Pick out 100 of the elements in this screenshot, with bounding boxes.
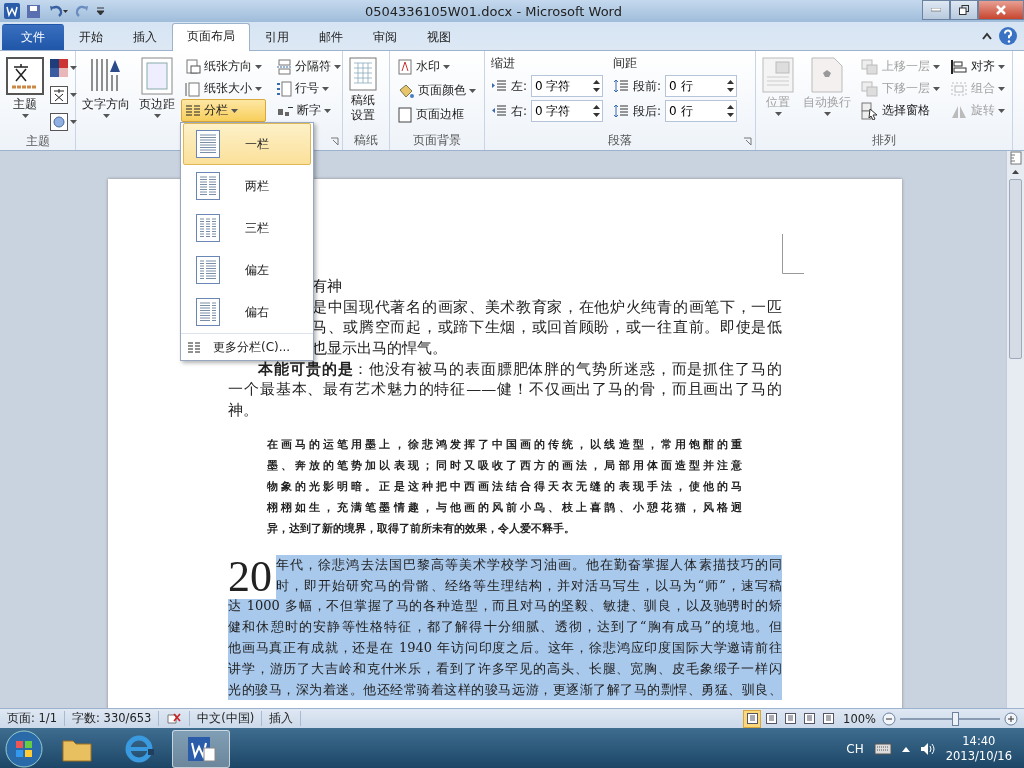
field-label: 段后:	[633, 102, 662, 120]
zoom-out-icon[interactable]	[882, 711, 896, 726]
speaker-icon[interactable]	[919, 741, 936, 756]
ribbon-tab[interactable]: 审阅	[358, 24, 412, 50]
menu-item[interactable]: 偏右	[183, 291, 311, 333]
themes-button[interactable]: 主题	[3, 55, 47, 133]
browser-e-icon	[124, 733, 154, 764]
close-icon	[996, 5, 1006, 15]
spin-field[interactable]: 0 行	[665, 100, 738, 122]
border-button[interactable]: 页面边框	[393, 103, 480, 126]
input-language[interactable]: CH	[846, 741, 864, 756]
breaks-button[interactable]: 分隔符	[272, 55, 345, 78]
restore-icon	[959, 5, 969, 15]
proofing-icon[interactable]	[166, 711, 183, 726]
menu-item[interactable]: 一栏	[183, 123, 311, 165]
size-button[interactable]: 纸张大小	[181, 77, 266, 100]
ribbon-tab[interactable]: 开始	[64, 24, 118, 50]
help-icon[interactable]	[998, 26, 1018, 46]
file-menu-tab[interactable]: 文件	[2, 24, 64, 50]
pane-button[interactable]: 选择窗格	[857, 99, 944, 122]
field-label: 右:	[511, 102, 528, 120]
taskbar-button[interactable]	[172, 729, 230, 768]
spinner-icon[interactable]	[727, 103, 735, 119]
start-button[interactable]	[4, 728, 44, 768]
clock-date[interactable]: 2013/10/16	[945, 748, 1012, 764]
restore-button[interactable]	[950, 0, 978, 20]
field-label: 段前:	[633, 77, 662, 95]
zoom-in-icon[interactable]	[1004, 711, 1018, 726]
slider-thumb[interactable]	[952, 711, 959, 726]
save-icon[interactable]	[26, 3, 41, 19]
menu-item[interactable]: 三栏	[183, 207, 311, 249]
page-size-icon	[185, 80, 201, 97]
column-layout-icon	[195, 297, 221, 327]
caret-icon	[774, 112, 782, 116]
column-layout-icon	[195, 129, 221, 159]
spinner-icon[interactable]	[593, 103, 601, 119]
ruler-toggle-icon[interactable]	[1009, 151, 1022, 165]
menu-item[interactable]: 偏左	[183, 249, 311, 291]
text-line: 马、或腾空而起，或蹄下生烟，或回首顾盼，或一往直前。即使是低	[312, 317, 782, 339]
theme-effects-icon[interactable]	[50, 113, 68, 131]
dialog-launcher-icon[interactable]	[330, 137, 339, 146]
language-indicator[interactable]: 中文(中国)	[190, 711, 263, 726]
spin-field[interactable]: 0 行	[665, 75, 738, 97]
paint-bucket-icon	[397, 82, 415, 99]
undo-icon[interactable]	[47, 3, 69, 19]
close-button[interactable]	[978, 0, 1024, 20]
watermark-icon	[397, 58, 413, 75]
theme-colors-icon[interactable]	[50, 59, 68, 77]
hyphen-button[interactable]: 断字	[272, 99, 345, 122]
color-button[interactable]: 页面颜色	[393, 79, 480, 102]
caret-icon	[21, 114, 29, 118]
page-view-icon	[746, 713, 758, 724]
customize-toolbar-icon[interactable]	[96, 5, 105, 17]
minimize-icon	[931, 8, 941, 12]
orientation-button[interactable]: 纸张方向	[181, 55, 266, 78]
text-direction-button[interactable]: 文字方向	[79, 55, 133, 132]
group-label: 段落	[607, 132, 633, 149]
ribbon-tab[interactable]: 页面布局	[172, 23, 250, 51]
view-button[interactable]	[743, 709, 762, 728]
quote-line: 墨、奔放的笔势加以表现；同时又吸收了西方的画法，局部用体面造型并注意	[267, 457, 742, 473]
collapse-ribbon-icon[interactable]	[982, 32, 992, 40]
keyboard-icon[interactable]	[873, 742, 892, 755]
ribbon-tab[interactable]: 插入	[118, 24, 172, 50]
linenumbers-button[interactable]: 行号	[272, 77, 345, 100]
page-orientation-icon	[185, 58, 201, 75]
page-count[interactable]: 页面: 1/1	[0, 711, 66, 726]
column-layout-icon	[195, 171, 221, 201]
columns-button[interactable]: 分栏	[181, 99, 266, 122]
scrollbar-thumb[interactable]	[1009, 179, 1022, 359]
zoom-level[interactable]: 100%	[837, 711, 882, 726]
caret-icon	[70, 120, 77, 124]
quote-line: 物象的光影明暗。正是这种把中西画法结合得天衣无缝的表现手法，使他的马	[267, 478, 742, 494]
spin-field[interactable]: 0 字符	[531, 100, 604, 122]
word-count[interactable]: 字数: 330/653	[65, 711, 160, 726]
ribbon-tab[interactable]: 引用	[250, 24, 304, 50]
insert-mode[interactable]: 插入	[262, 711, 302, 726]
clock-time[interactable]: 14:40	[962, 733, 996, 749]
spin-field[interactable]: 0 字符	[531, 75, 604, 97]
theme-fonts-icon[interactable]	[50, 86, 68, 104]
column-layout-icon	[195, 255, 221, 285]
ribbon-tab[interactable]: 邮件	[304, 24, 358, 50]
quote-line: 异，达到了新的境界，取得了前所未有的效果，令人爱不释手。	[267, 520, 576, 536]
layers-icon	[861, 80, 879, 97]
section-heading: 缩进	[491, 55, 516, 72]
align-button[interactable]: 对齐	[946, 55, 1009, 78]
margins-button[interactable]: 页边距	[136, 55, 178, 132]
word-logo-icon[interactable]	[4, 3, 20, 19]
menu-item[interactable]: 两栏	[183, 165, 311, 207]
page-view-icon	[765, 713, 777, 724]
selection-pane-icon	[861, 101, 879, 120]
more-columns-item[interactable]: 更多分栏(C)...	[181, 333, 313, 360]
spinner-icon[interactable]	[727, 78, 735, 94]
ribbon-tab[interactable]: 视图	[412, 24, 466, 50]
dialog-launcher-icon[interactable]	[743, 137, 752, 146]
quote-line: 在画马的运笔用墨上，徐悲鸿发挥了中国画的传统，以线造型，常用饱酣的重	[267, 436, 742, 452]
manuscript-settings-button[interactable]: 稿纸 设置	[346, 55, 380, 132]
spinner-icon[interactable]	[593, 78, 601, 94]
margins-icon	[141, 57, 173, 95]
tray-arrow-icon[interactable]	[901, 745, 910, 752]
watermark-button[interactable]: 水印	[393, 55, 480, 78]
